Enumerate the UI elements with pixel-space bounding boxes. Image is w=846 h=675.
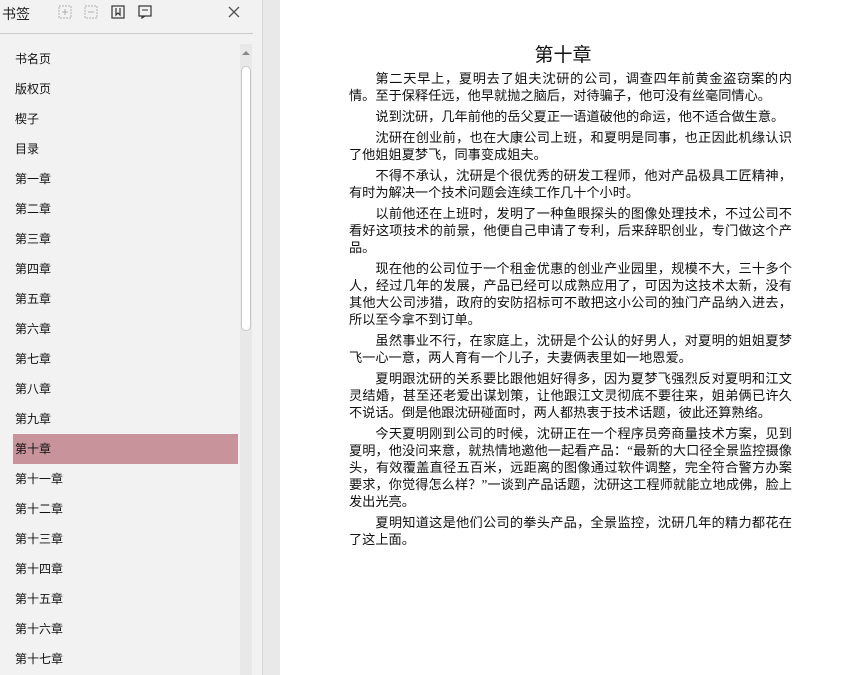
close-icon[interactable] — [226, 4, 242, 20]
bookmark-item[interactable]: 第四章 — [13, 254, 238, 284]
bookmark-item[interactable]: 第十三章 — [13, 524, 238, 554]
bookmark-item[interactable]: 第六章 — [13, 314, 238, 344]
bookmark-options-icon[interactable] — [138, 5, 152, 19]
paragraph: 以前他还在上班时，发明了一种鱼眼探头的图像处理技术，不过公司不看好这项技术的前景… — [349, 206, 792, 255]
scrollbar-thumb[interactable] — [241, 66, 251, 331]
bookmark-item[interactable]: 楔子 — [13, 104, 238, 134]
paragraph: 夏明知道这是他们公司的拳头产品，全景监控，沈研几年的精力都花在了这上面。 — [349, 515, 792, 547]
bookmark-sidebar: 书签 书名页 版权页 楔子 目录 第一章 第二章 第三章 第四章 第五章 第六章 第七章 第八章 第九章… — [0, 0, 263, 675]
document-view: 第十章 第二天早上，夏明去了姐夫沈研的公司，调查四年前黄金盗窃案的内情。至于保释… — [263, 0, 846, 675]
bookmark-item[interactable]: 第二章 — [13, 194, 238, 224]
paragraph: 说到沈研，几年前他的岳父夏正一语道破他的命运，他不适合做生意。 — [375, 109, 785, 124]
bookmark-item[interactable]: 第八章 — [13, 374, 238, 404]
chapter-title: 第十章 — [534, 45, 592, 66]
bookmark-item[interactable]: 第五章 — [13, 284, 238, 314]
bookmark-item[interactable]: 版权页 — [13, 74, 238, 104]
add-bookmark-icon[interactable] — [111, 5, 125, 19]
bookmark-item[interactable]: 第七章 — [13, 344, 238, 374]
paragraph: 今天夏明刚到公司的时候，沈研正在一个程序员旁商量技术方案，见到夏明，他没问来意，… — [349, 426, 792, 509]
bookmark-item[interactable]: 第十七章 — [13, 644, 238, 674]
expand-all-icon[interactable] — [58, 5, 72, 19]
bookmark-item[interactable]: 第十章 — [13, 434, 238, 464]
bookmark-item[interactable]: 目录 — [13, 134, 238, 164]
bookmark-item[interactable]: 第十六章 — [13, 614, 238, 644]
paragraph: 夏明跟沈研的关系要比跟他姐好得多，因为夏梦飞强烈反对夏明和江文灵结婚，甚至还老爱… — [349, 371, 792, 420]
paragraph: 不得不承认，沈研是个很优秀的研发工程师，他对产品极具工匠精神，有时为解决一个技术… — [349, 168, 792, 200]
document-page: 第十章 第二天早上，夏明去了姐夫沈研的公司，调查四年前黄金盗窃案的内情。至于保释… — [280, 0, 846, 675]
bookmark-item[interactable]: 第三章 — [13, 224, 238, 254]
sidebar-header: 书签 — [0, 0, 262, 32]
bookmark-item[interactable]: 第一章 — [13, 164, 238, 194]
scroll-up-arrow-icon[interactable] — [240, 46, 252, 60]
paragraph: 第二天早上，夏明去了姐夫沈研的公司，调查四年前黄金盗窃案的内情。至于保释任远，他… — [349, 71, 792, 103]
bookmark-item[interactable]: 书名页 — [13, 44, 238, 74]
bookmark-item[interactable]: 第十二章 — [13, 494, 238, 524]
chapter-body: 第二天早上，夏明去了姐夫沈研的公司，调查四年前黄金盗窃案的内情。至于保释任远，他… — [349, 70, 792, 552]
collapse-all-icon[interactable] — [84, 5, 98, 19]
bookmark-item[interactable]: 第十五章 — [13, 584, 238, 614]
paragraph: 现在他的公司位于一个租金优惠的创业产业园里，规模不大，三十多个人，经过几年的发展… — [349, 261, 792, 327]
bookmark-item[interactable]: 第九章 — [13, 404, 238, 434]
bookmark-item[interactable]: 第十一章 — [13, 464, 238, 494]
paragraph: 沈研在创业前，也在大康公司上班，和夏明是同事，也正因此机缘认识了他姐姐夏梦飞，同… — [349, 130, 792, 162]
sidebar-title: 书签 — [2, 7, 30, 23]
bookmark-list: 书名页 版权页 楔子 目录 第一章 第二章 第三章 第四章 第五章 第六章 第七章 第八章 第九章 第十章… — [0, 44, 240, 675]
sidebar-divider — [0, 33, 253, 34]
paragraph: 虽然事业不行，在家庭上，沈研是个公认的好男人，对夏明的姐姐夏梦飞一心一意，两人育… — [349, 333, 792, 365]
sidebar-scrollbar[interactable] — [240, 44, 252, 675]
bookmark-item[interactable]: 第十四章 — [13, 554, 238, 584]
